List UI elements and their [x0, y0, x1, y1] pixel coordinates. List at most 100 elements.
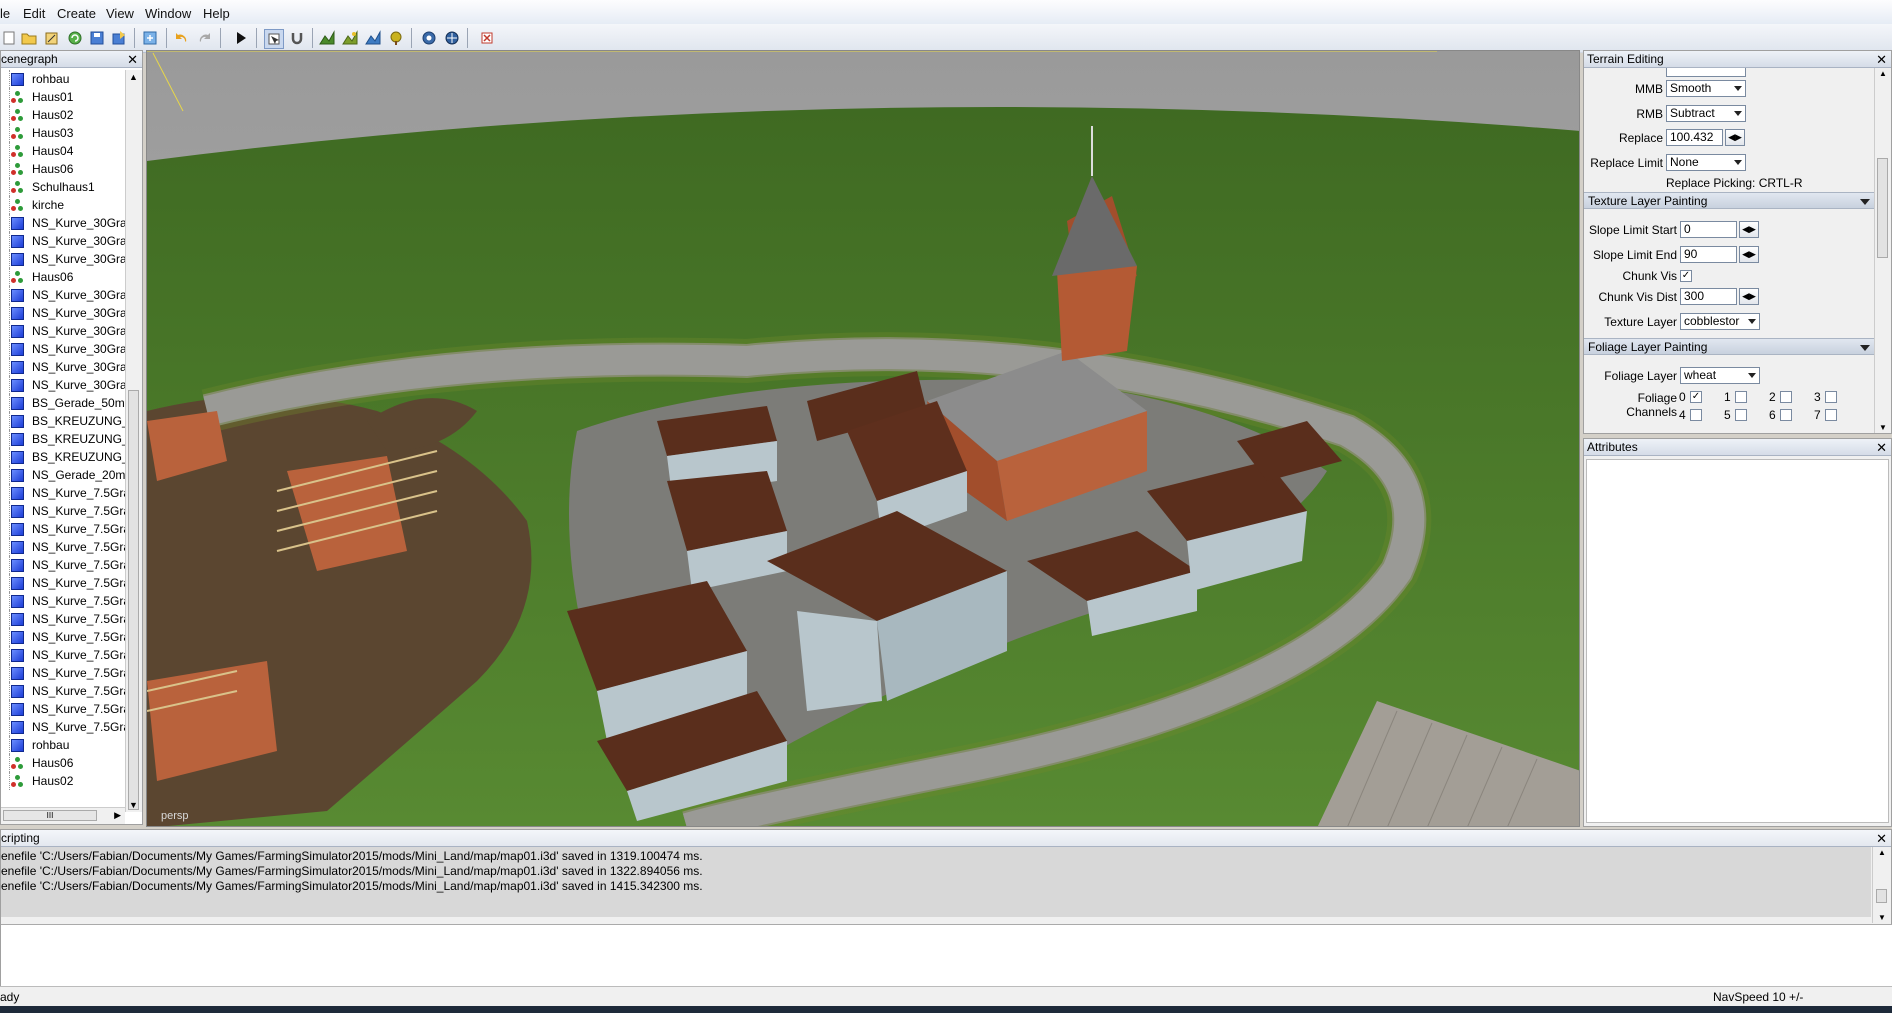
- tree-expander[interactable]: [1, 394, 10, 412]
- channel-checkbox[interactable]: [1735, 391, 1747, 403]
- tree-expander[interactable]: [1, 322, 10, 340]
- delete-icon[interactable]: [478, 29, 496, 47]
- import-icon[interactable]: [141, 29, 159, 47]
- tree-item[interactable]: NS_Kurve_7.5Grad: [1, 700, 125, 718]
- tree-expander[interactable]: [1, 178, 10, 196]
- mmb-combo[interactable]: Smooth: [1666, 80, 1746, 97]
- tree-item[interactable]: NS_Kurve_7.5Grad: [1, 628, 125, 646]
- export-icon[interactable]: [110, 29, 128, 47]
- channel-checkbox[interactable]: [1825, 409, 1837, 421]
- tree-expander[interactable]: [1, 70, 10, 88]
- terrain-paint-icon[interactable]: [341, 29, 359, 47]
- undo-icon[interactable]: [172, 29, 190, 47]
- tree-item[interactable]: rohbau: [1, 736, 125, 754]
- tree-item[interactable]: Haus01: [1, 88, 125, 106]
- close-icon[interactable]: ✕: [1876, 51, 1887, 68]
- tree-expander[interactable]: [1, 592, 10, 610]
- open-folder-icon[interactable]: [20, 29, 38, 47]
- close-icon[interactable]: ✕: [127, 51, 138, 68]
- scroll-thumb[interactable]: [1877, 158, 1888, 258]
- tree-item[interactable]: NS_Kurve_30Grad: [1, 286, 125, 304]
- save-icon[interactable]: [88, 29, 106, 47]
- tree-item[interactable]: BS_KREUZUNG_M: [1, 412, 125, 430]
- chunk-vis-dist-input[interactable]: 300: [1680, 288, 1737, 305]
- menu-window[interactable]: Window: [145, 6, 191, 21]
- redo-icon[interactable]: [196, 29, 214, 47]
- magnet-icon[interactable]: [288, 29, 306, 47]
- tree-expander[interactable]: [1, 340, 10, 358]
- tree-expander[interactable]: [1, 88, 10, 106]
- tree-item[interactable]: NS_Kurve_7.5Grad: [1, 682, 125, 700]
- tree-expander[interactable]: [1, 304, 10, 322]
- scroll-thumb[interactable]: [128, 390, 139, 810]
- tree-item[interactable]: NS_Kurve_30Grad: [1, 250, 125, 268]
- scroll-down-icon[interactable]: ▼: [1878, 913, 1886, 922]
- settings-gear-icon[interactable]: [420, 29, 438, 47]
- tree-expander[interactable]: [1, 268, 10, 286]
- tree-item[interactable]: NS_Kurve_30Grad: [1, 304, 125, 322]
- script-command-input[interactable]: [1, 924, 1892, 987]
- tree-expander[interactable]: [1, 142, 10, 160]
- tree-expander[interactable]: [1, 448, 10, 466]
- tree-item[interactable]: NS_Kurve_7.5Grad: [1, 556, 125, 574]
- texture-layer-combo[interactable]: cobblestor: [1680, 313, 1760, 330]
- 3d-viewport[interactable]: persp: [146, 50, 1580, 827]
- tree-expander[interactable]: [1, 736, 10, 754]
- tree-item[interactable]: Haus03: [1, 124, 125, 142]
- tree-expander[interactable]: [1, 718, 10, 736]
- tree-expander[interactable]: [1, 646, 10, 664]
- menu-edit[interactable]: Edit: [23, 6, 45, 21]
- tree-expander[interactable]: [1, 520, 10, 538]
- tree-item[interactable]: BS_KREUZUNG_M: [1, 448, 125, 466]
- tree-expander[interactable]: [1, 574, 10, 592]
- replace-limit-combo[interactable]: None: [1666, 154, 1746, 171]
- tree-item[interactable]: NS_Kurve_30Grad: [1, 358, 125, 376]
- tree-expander[interactable]: [1, 556, 10, 574]
- chunk-vis-checkbox[interactable]: ✓: [1680, 270, 1692, 282]
- tree-expander[interactable]: [1, 484, 10, 502]
- rmb-combo[interactable]: Subtract: [1666, 105, 1746, 122]
- tree-expander[interactable]: [1, 754, 10, 772]
- texture-layer-section[interactable]: Texture Layer Painting: [1584, 192, 1876, 209]
- tree-expander[interactable]: [1, 376, 10, 394]
- scenegraph-horizontal-scrollbar[interactable]: III ▶: [1, 807, 125, 824]
- replace-input[interactable]: 100.432: [1666, 129, 1723, 146]
- tree-expander[interactable]: [1, 250, 10, 268]
- menu-create[interactable]: Create: [57, 6, 96, 21]
- refresh-icon[interactable]: [66, 29, 84, 47]
- tree-item[interactable]: Schulhaus1: [1, 178, 125, 196]
- foliage-layer-combo[interactable]: wheat: [1680, 367, 1760, 384]
- tree-item[interactable]: NS_Kurve_7.5Grad: [1, 574, 125, 592]
- tree-item[interactable]: NS_Kurve_7.5Grad: [1, 664, 125, 682]
- tree-item[interactable]: Haus06: [1, 160, 125, 178]
- tree-item[interactable]: NS_Kurve_30Grad: [1, 232, 125, 250]
- tree-expander[interactable]: [1, 538, 10, 556]
- tree-expander[interactable]: [1, 700, 10, 718]
- scroll-up-icon[interactable]: ▲: [129, 72, 138, 82]
- slope-end-spinner-icon[interactable]: ◀▶: [1739, 246, 1759, 263]
- tree-item[interactable]: NS_Gerade_20m: [1, 466, 125, 484]
- edit-icon[interactable]: [43, 29, 61, 47]
- scroll-down-icon[interactable]: ▼: [1879, 423, 1887, 432]
- hscroll-thumb[interactable]: III: [3, 810, 97, 821]
- tree-item[interactable]: NS_Kurve_7.5Grad: [1, 592, 125, 610]
- foliage-layer-section[interactable]: Foliage Layer Painting: [1584, 338, 1876, 355]
- log-vertical-scrollbar[interactable]: ▲ ▼: [1872, 847, 1891, 923]
- tree-item[interactable]: NS_Kurve_30Grad: [1, 376, 125, 394]
- tree-item[interactable]: Haus02: [1, 772, 125, 790]
- channel-checkbox[interactable]: [1825, 391, 1837, 403]
- tree-item[interactable]: NS_Kurve_7.5Grad: [1, 502, 125, 520]
- terrain-raise-icon[interactable]: [318, 29, 336, 47]
- channel-checkbox[interactable]: [1735, 409, 1747, 421]
- tree-expander[interactable]: [1, 232, 10, 250]
- menu-help[interactable]: Help: [203, 6, 230, 21]
- channel-checkbox[interactable]: [1690, 409, 1702, 421]
- tree-item[interactable]: NS_Kurve_7.5Grad: [1, 718, 125, 736]
- chunk-vis-dist-spinner-icon[interactable]: ◀▶: [1739, 288, 1759, 305]
- slope-start-input[interactable]: 0: [1680, 221, 1737, 238]
- tree-item[interactable]: NS_Kurve_7.5Grad: [1, 484, 125, 502]
- tree-expander[interactable]: [1, 610, 10, 628]
- tree-item[interactable]: BS_Gerade_50m: [1, 394, 125, 412]
- slope-end-input[interactable]: 90: [1680, 246, 1737, 263]
- channel-checkbox[interactable]: [1780, 391, 1792, 403]
